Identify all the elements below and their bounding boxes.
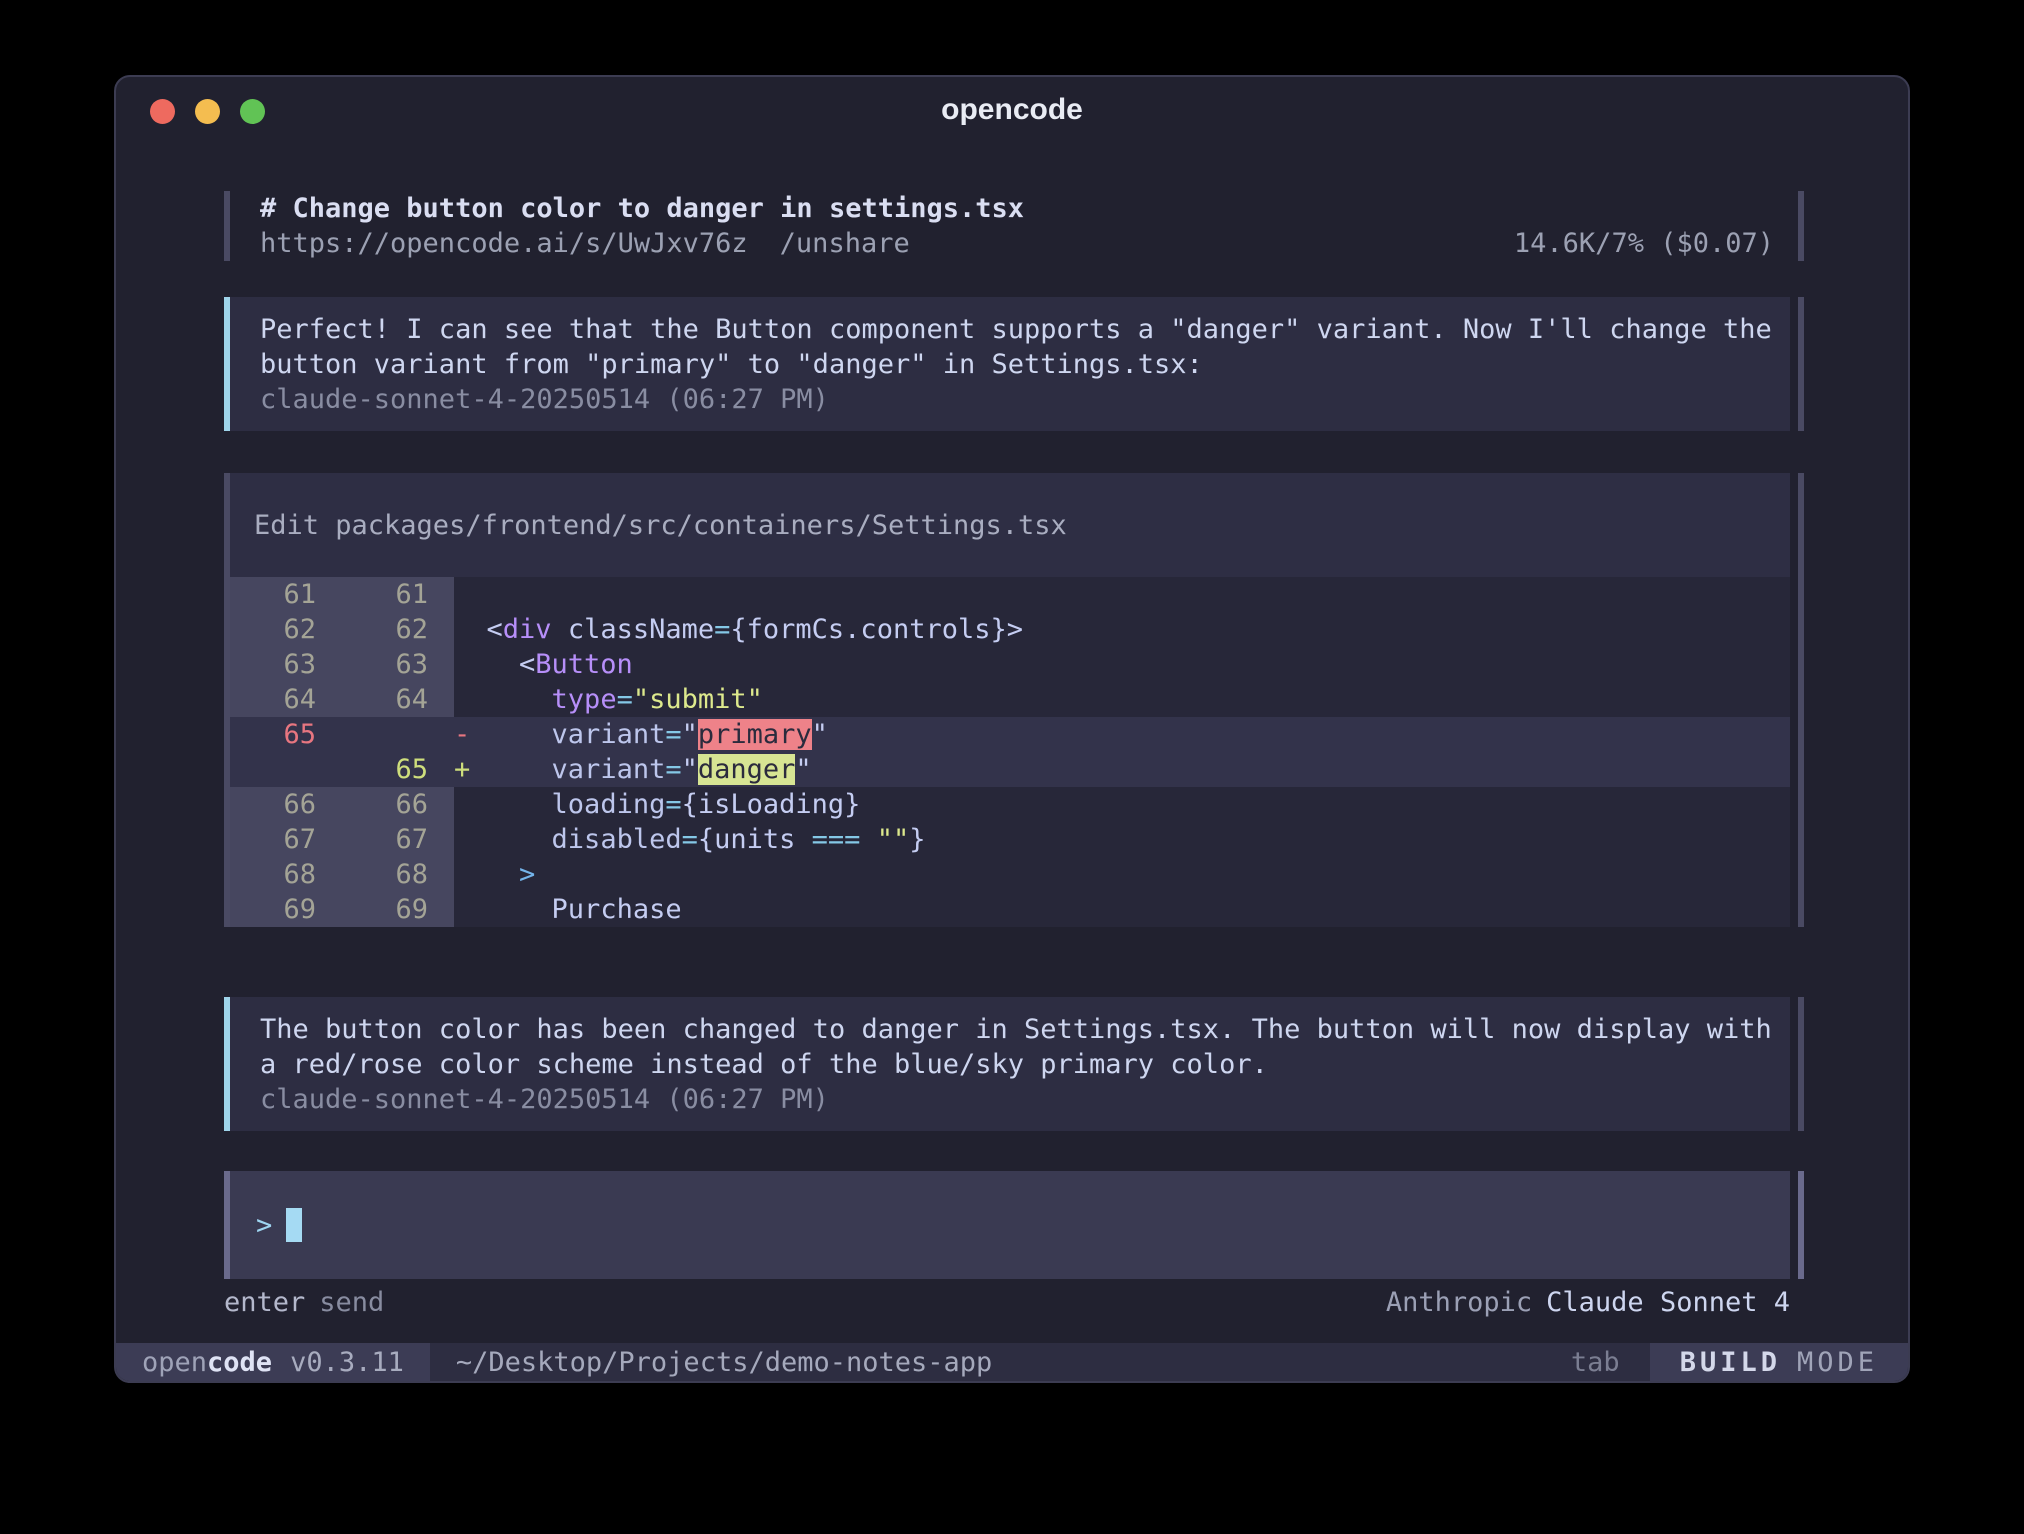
diff-row: 6666 loading={isLoading} <box>230 787 1790 822</box>
session-content: # Change button color to danger in setti… <box>116 141 1908 1343</box>
diff-code-line: <Button <box>454 647 1790 682</box>
app-name-code: code <box>207 1345 272 1380</box>
text-cursor <box>286 1208 302 1242</box>
message-meta: claude-sonnet-4-20250514 (06:27 PM) <box>260 1082 1774 1117</box>
diff-row: 6868 > <box>230 857 1790 892</box>
send-hint-key: enter <box>224 1287 305 1318</box>
line-number-old: 62 <box>230 612 342 647</box>
working-directory: ~/Desktop/Projects/demo-notes-app <box>456 1345 992 1380</box>
message-meta: claude-sonnet-4-20250514 (06:27 PM) <box>260 382 1774 417</box>
model-name: Claude Sonnet 4 <box>1546 1287 1790 1318</box>
model-indicator: Anthropic Claude Sonnet 4 <box>1386 1285 1790 1320</box>
diff-row: 6363 <Button <box>230 647 1790 682</box>
line-number-new: 65 <box>342 752 454 787</box>
model-provider: Anthropic <box>1386 1287 1532 1318</box>
diff-code-line: <div className={formCs.controls}> <box>454 612 1790 647</box>
diff-code-line: + variant="danger" <box>454 752 1790 787</box>
diff-row: 65+ variant="danger" <box>230 752 1790 787</box>
diff-code-line: type="submit" <box>454 682 1790 717</box>
composer-footer: enter send Anthropic Claude Sonnet 4 <box>224 1285 1790 1320</box>
window-title: opencode <box>116 77 1908 141</box>
context-stats: 14.6K/7% ($0.07) <box>1514 226 1774 261</box>
tab-key-hint: tab <box>1571 1345 1620 1380</box>
diff-row: 6969 Purchase <box>230 892 1790 927</box>
diff-row: 65 - variant="primary" <box>230 717 1790 752</box>
diff-code-line: > <box>454 857 1790 892</box>
edit-tool-title: Edit packages/frontend/src/containers/Se… <box>230 473 1790 577</box>
session-title: # Change button color to danger in setti… <box>260 191 1774 226</box>
diff-code-line: loading={isLoading} <box>454 787 1790 822</box>
unshare-command[interactable]: /unshare <box>780 226 910 261</box>
session-header: # Change button color to danger in setti… <box>224 191 1790 261</box>
line-number-new: 69 <box>342 892 454 927</box>
prompt-symbol: > <box>256 1208 272 1243</box>
assistant-message: Perfect! I can see that the Button compo… <box>224 297 1790 431</box>
mode-badge: BUILD MODE <box>1650 1343 1908 1381</box>
line-number-old: 69 <box>230 892 342 927</box>
line-number-old: 68 <box>230 857 342 892</box>
line-number-new: 66 <box>342 787 454 822</box>
diff-code-line: disabled={units === ""} <box>454 822 1790 857</box>
mode-word-build: BUILD <box>1680 1345 1781 1380</box>
line-number-old <box>230 752 342 787</box>
line-number-old: 63 <box>230 647 342 682</box>
line-number-new: 63 <box>342 647 454 682</box>
title-bar: opencode <box>116 77 1908 141</box>
assistant-message: The button color has been changed to dan… <box>224 997 1790 1131</box>
prompt-input[interactable]: > <box>224 1171 1790 1279</box>
line-number-new <box>342 717 454 752</box>
diff-row: 6767 disabled={units === ""} <box>230 822 1790 857</box>
share-url-link[interactable]: https://opencode.ai/s/UwJxv76z <box>260 226 748 261</box>
diff-code-line: - variant="primary" <box>454 717 1790 752</box>
diff-row: 6464 type="submit" <box>230 682 1790 717</box>
line-number-new: 62 <box>342 612 454 647</box>
send-hint: enter send <box>224 1285 384 1320</box>
line-number-new: 67 <box>342 822 454 857</box>
line-number-old: 67 <box>230 822 342 857</box>
line-number-old: 64 <box>230 682 342 717</box>
diff-row: 6161 <box>230 577 1790 612</box>
line-number-old: 61 <box>230 577 342 612</box>
opencode-window: opencode # Change button color to danger… <box>114 75 1910 1383</box>
status-bar: opencode v0.3.11 ~/Desktop/Projects/demo-… <box>116 1343 1908 1381</box>
line-number-old: 65 <box>230 717 342 752</box>
line-number-old: 66 <box>230 787 342 822</box>
app-version-badge: opencode v0.3.11 <box>116 1343 430 1381</box>
message-text: The button color has been changed to dan… <box>260 1012 1774 1082</box>
app-name-open: open <box>142 1345 207 1380</box>
line-number-new: 64 <box>342 682 454 717</box>
edit-tool-card: Edit packages/frontend/src/containers/Se… <box>224 473 1790 927</box>
line-number-new: 61 <box>342 577 454 612</box>
message-text: Perfect! I can see that the Button compo… <box>260 312 1774 382</box>
diff-code-line <box>454 577 1790 612</box>
diff-view: 61616262 <div className={formCs.controls… <box>230 577 1790 927</box>
mode-word-mode: MODE <box>1797 1345 1878 1380</box>
diff-code-line: Purchase <box>454 892 1790 927</box>
diff-row: 6262 <div className={formCs.controls}> <box>230 612 1790 647</box>
line-number-new: 68 <box>342 857 454 892</box>
send-hint-label: send <box>319 1287 384 1318</box>
app-version: v0.3.11 <box>290 1345 404 1380</box>
